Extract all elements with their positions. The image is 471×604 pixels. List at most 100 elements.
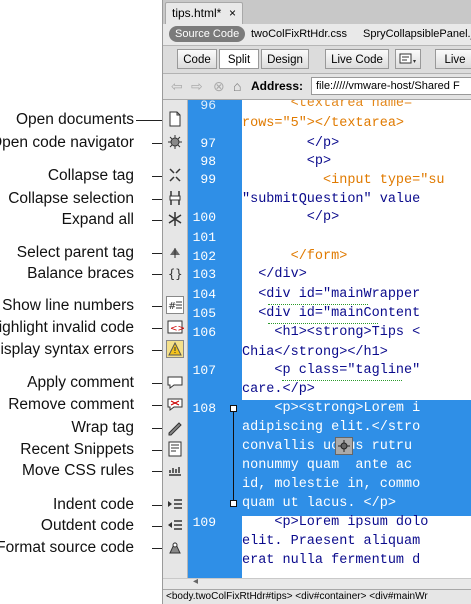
label-move-css-rules: Move CSS rules [22,462,134,479]
collapse-tag-icon[interactable] [166,166,184,184]
inspect-icon[interactable] [395,49,421,69]
code-line: <p class="tagline" [242,363,421,378]
related-file-css[interactable]: twoColFixRtHdr.css [251,24,347,44]
document-tab[interactable]: tips.html* × [165,2,243,24]
code-line: care.</p> [242,382,315,397]
code-editor[interactable]: <textarea name= rows="5"></textarea> </p… [242,100,471,578]
label-indent-code: Indent code [52,496,134,513]
code-view: {} # <> 96 97 98 99 100 101 102 103 104 … [163,98,471,578]
code-line: <h1><strong>Tips < [242,325,421,340]
code-line: </p> [242,136,340,151]
code-line: rows="5"></textarea> [242,116,405,131]
open-documents-icon[interactable] [166,110,184,128]
document-tab-title: tips.html* [172,6,222,20]
collapse-selection-icon[interactable] [166,189,184,207]
source-code-button[interactable]: Source Code [169,26,246,42]
split-view-button[interactable]: Split [219,49,259,69]
wrap-tag-icon[interactable] [166,418,184,436]
invalid-code-underline [268,303,368,305]
line-numbers-icon[interactable]: # [166,296,184,314]
fold-line [233,412,234,501]
live-code-button[interactable]: Live Code [325,49,389,69]
callout-labels: Open documents Open code navigator Colla… [0,0,160,604]
stop-icon[interactable]: ⊗ [213,78,225,94]
line-number: 96 [200,98,216,113]
code-line: erat nulla fermentum d [242,553,421,568]
document-tab-bar: tips.html* × [163,0,471,24]
scroll-left-arrow-icon[interactable]: ◂ [193,576,198,587]
recent-snippets-icon[interactable] [166,440,184,458]
label-collapse-selection: Collapse selection [8,190,134,207]
line-number: 104 [192,287,216,302]
label-show-line-numbers: Show line numbers [2,297,134,314]
coding-toolbar: {} # <> [163,100,188,578]
expand-all-icon[interactable] [166,210,184,228]
indent-code-icon[interactable] [166,495,184,513]
label-collapse-tag: Collapse tag [47,167,134,184]
line-number: 103 [192,267,216,282]
format-source-code-icon[interactable] [166,538,184,556]
address-label: Address: [251,79,304,93]
label-apply-comment: Apply comment [27,374,134,391]
svg-text:{}: {} [168,267,182,281]
label-open-code-navigator: Open code navigator [0,134,134,151]
code-line: <input type="su [242,173,445,188]
line-number-gutter: 96 97 98 99 100 101 102 103 104 105 106 … [188,98,242,578]
code-line: convallis uctus rutru [242,439,413,454]
invalid-code-underline [282,379,402,381]
code-line: Chia</strong></h1> [242,345,388,360]
label-recent-snippets: Recent Snippets [20,441,134,458]
line-number: 108 [192,401,216,416]
code-line: <p>Lorem ipsum dolo [242,515,429,530]
label-wrap-tag: Wrap tag [71,419,134,436]
back-arrow-icon[interactable]: ⇦ [171,78,183,94]
tag-selector-status-bar[interactable]: <body.twoColFixRtHdr#tips> <div#containe… [163,589,471,604]
svg-text:#: # [168,301,176,312]
collapse-marker-icon[interactable] [230,405,237,412]
address-input[interactable]: file://///vmware-host/Shared F [311,77,471,95]
line-number: 97 [200,136,216,151]
label-open-documents: Open documents [15,111,134,128]
code-navigator-icon[interactable] [166,133,184,151]
collapse-marker-icon[interactable] [230,500,237,507]
label-outdent-code: Outdent code [40,517,134,534]
code-line: </form> [242,249,348,264]
live-view-button[interactable]: Live [435,49,471,69]
svg-text:<>: <> [170,324,184,334]
dreamweaver-window: tips.html* × Source Code twoColFixRtHdr.… [162,0,471,604]
balance-braces-icon[interactable]: {} [166,264,184,282]
code-line: elit. Praesent aliquam [242,534,421,549]
outdent-code-icon[interactable] [166,516,184,534]
apply-comment-icon[interactable] [166,373,184,391]
code-navigator-icon[interactable] [335,437,353,455]
line-number: 98 [200,154,216,169]
label-expand-all: Expand all [61,211,134,228]
related-file-js[interactable]: SpryCollapsiblePanel.js [363,24,471,44]
code-line: adipiscing elit.</stro [242,420,421,435]
remove-comment-icon[interactable] [166,395,184,413]
design-view-button[interactable]: Design [261,49,309,69]
highlight-invalid-code-icon[interactable]: <> [166,318,185,336]
home-icon[interactable]: ⌂ [233,78,241,94]
document-toolbar: Code Split Design Live Code Live [163,46,471,74]
code-line: <div id="mainWrapper [242,287,421,302]
label-highlight-invalid-code: Highlight invalid code [0,319,134,336]
address-bar: ⇦ ⇨ ⊗ ⌂ Address: file://///vmware-host/S… [163,74,471,100]
line-number: 107 [192,363,216,378]
line-number: 101 [192,230,216,245]
syntax-errors-icon[interactable] [166,340,184,358]
select-parent-tag-icon[interactable] [166,243,184,261]
code-view-button[interactable]: Code [177,49,217,69]
move-css-rules-icon[interactable] [166,461,184,479]
line-number: 99 [200,172,216,187]
code-line: </div> [242,267,307,282]
code-selection: <p><strong>Lorem i adipiscing elit.</str… [242,400,471,516]
forward-arrow-icon[interactable]: ⇨ [191,78,203,94]
close-icon[interactable]: × [229,3,236,23]
code-line: </p> [242,210,340,225]
horizontal-scrollbar[interactable]: ◂ [163,576,471,589]
line-number: 109 [192,515,216,530]
line-number: 100 [192,210,216,225]
label-balance-braces: Balance braces [27,265,134,282]
invalid-code-underline [268,322,378,324]
